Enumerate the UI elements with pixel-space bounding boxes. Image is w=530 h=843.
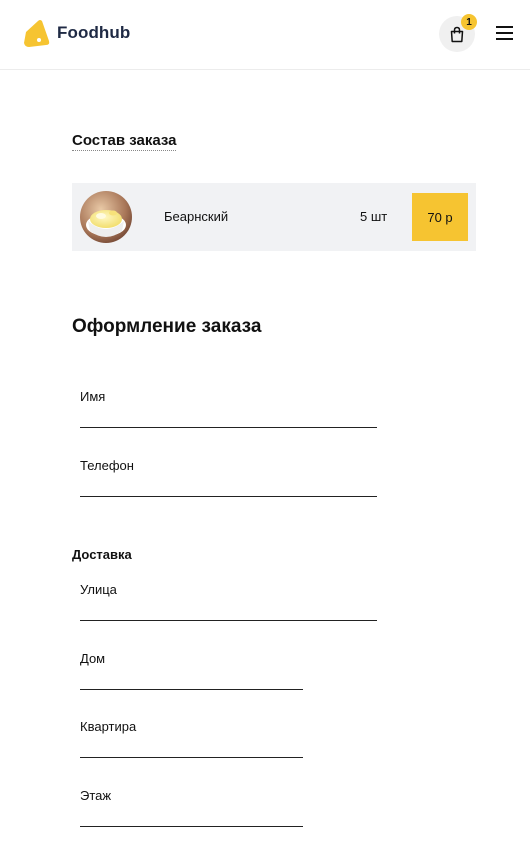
bearnaise-sauce-image: [80, 191, 132, 243]
cart-button[interactable]: 1: [439, 14, 477, 52]
name-input[interactable]: [80, 404, 377, 428]
dish-name: Беарнский: [164, 209, 229, 224]
floor-label: Этаж: [80, 788, 112, 803]
apartment-label: Квартира: [80, 719, 137, 734]
brand-logo[interactable]: Foodhub: [22, 18, 130, 48]
brand-name: Foodhub: [57, 23, 131, 42]
cart-count-badge: 1: [461, 14, 477, 30]
foodhub-logo-icon: [24, 20, 50, 47]
street-label: Улица: [80, 582, 117, 597]
site-header: Foodhub 1: [0, 0, 530, 70]
name-label: Имя: [80, 389, 106, 404]
house-input[interactable]: [80, 666, 303, 690]
house-field-group: Дом: [80, 651, 303, 690]
house-label: Дом: [80, 651, 106, 666]
street-input[interactable]: [80, 597, 377, 621]
phone-field-group: Телефон: [80, 458, 377, 497]
dish-quantity: 5 шт: [360, 209, 388, 224]
name-field-group: Имя: [80, 389, 377, 428]
order-composition-title[interactable]: Состав заказа: [72, 132, 177, 151]
checkout-title: Оформление заказа: [72, 316, 262, 337]
phone-label: Телефон: [80, 458, 134, 473]
delivery-section-title: Доставка: [72, 547, 132, 562]
order-item-row: Беарнский 5 шт 70 р: [72, 183, 476, 251]
floor-field-group: Этаж: [80, 788, 303, 827]
dish-price-badge: 70 р: [412, 193, 468, 241]
apartment-field-group: Квартира: [80, 719, 303, 758]
hamburger-menu-icon[interactable]: [496, 26, 513, 40]
apartment-input[interactable]: [80, 734, 303, 758]
phone-input[interactable]: [80, 473, 377, 497]
street-field-group: Улица: [80, 582, 377, 621]
shopping-bag-icon: [450, 26, 464, 42]
floor-input[interactable]: [80, 803, 303, 827]
